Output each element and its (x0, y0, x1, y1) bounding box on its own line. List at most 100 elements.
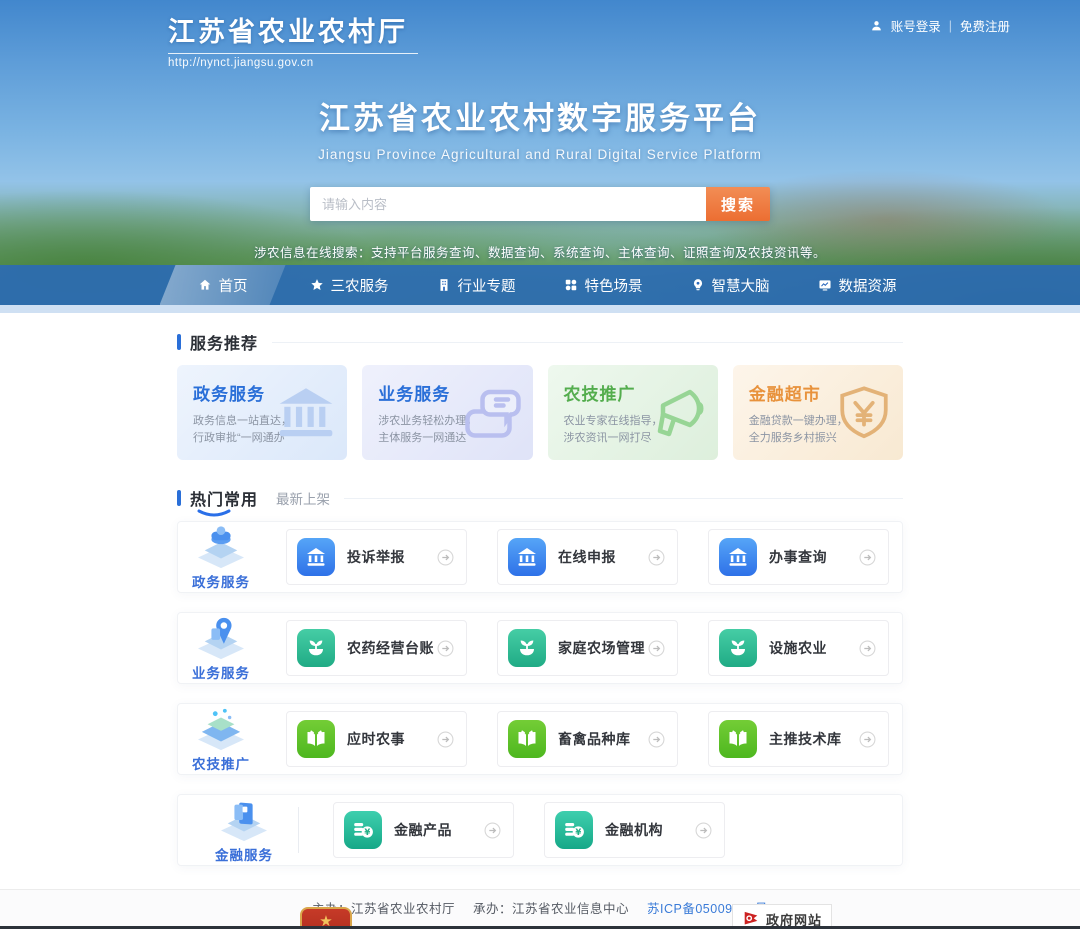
service-group-business: 业务服务 农药经营台账 家庭农场管理 设施农业 (177, 612, 903, 684)
section-rule (344, 498, 903, 499)
nav-item-scenes[interactable]: 特色场景 (540, 265, 667, 305)
tab-hot-services[interactable]: 热门常用 (190, 486, 258, 510)
group-header-finance: 金融服务 (192, 797, 296, 864)
recommend-cards: 政务服务 政务信息一站直达， 行政审批“一网通办 业务服务 涉农业务轻松办理， … (177, 365, 903, 460)
hero-banner: 江苏省农业农村厅 http://nynct.jiangsu.gov.cn 账号登… (0, 0, 1080, 313)
site-title: 江苏省农业农村厅 (168, 10, 418, 49)
arrow-right-icon (437, 549, 454, 566)
service-item-complaint[interactable]: 投诉举报 (286, 529, 467, 585)
section-accent-bar (177, 490, 181, 506)
bank-icon (508, 538, 546, 576)
finance-3d-icon (215, 797, 273, 843)
group-name: 政务服务 (192, 571, 250, 591)
arrow-right-icon (648, 731, 665, 748)
nav-label: 数据资源 (839, 275, 897, 296)
arrow-right-icon (859, 640, 876, 657)
home-icon (198, 278, 212, 292)
nav-item-home[interactable]: 首页 (160, 265, 286, 305)
account-separator: | (949, 19, 952, 33)
open-book-icon (297, 720, 335, 758)
service-label: 畜禽品种库 (558, 729, 648, 749)
logo-divider (168, 53, 418, 54)
tab-active-underline (196, 509, 232, 518)
search-button[interactable]: 搜索 (706, 187, 770, 221)
group-divider (298, 807, 299, 853)
service-item-seasonal-farming[interactable]: 应时农事 (286, 711, 467, 767)
service-item-online-declare[interactable]: 在线申报 (497, 529, 678, 585)
group-name: 业务服务 (192, 662, 250, 682)
arrow-right-icon (648, 549, 665, 566)
group-header-govt: 政务服务 (192, 524, 250, 591)
scenes-icon (564, 278, 578, 292)
bank-icon (275, 385, 337, 441)
arrow-right-icon (484, 822, 501, 839)
card-desc: 金融贷款一键办理， (749, 415, 848, 427)
service-item-facility-agri[interactable]: 设施农业 (708, 620, 889, 676)
service-label: 主推技术库 (769, 729, 859, 749)
register-link[interactable]: 免费注册 (960, 16, 1010, 35)
agritech-3d-icon (192, 706, 250, 752)
service-item-finance-institutions[interactable]: ¥ 金融机构 (544, 802, 725, 858)
platform-title: 江苏省农业农村数字服务平台 (0, 93, 1080, 138)
nav-item-sannong[interactable]: 三农服务 (286, 265, 413, 305)
footer-bottom-strip (0, 926, 1080, 929)
service-item-pesticide-ledger[interactable]: 农药经营台账 (286, 620, 467, 676)
open-book-icon (508, 720, 546, 758)
nav-item-industry[interactable]: 行业专题 (413, 265, 540, 305)
group-name: 农技推广 (192, 753, 250, 773)
group-items: ¥ 金融产品 ¥ 金融机构 (307, 802, 725, 858)
star-icon (310, 278, 324, 292)
sprout-icon (508, 629, 546, 667)
service-item-family-farm[interactable]: 家庭农场管理 (497, 620, 678, 676)
recommend-card-govt[interactable]: 政务服务 政务信息一站直达， 行政审批“一网通办 (177, 365, 347, 460)
service-label: 农药经营台账 (347, 638, 437, 658)
service-item-livestock-breeds[interactable]: 畜禽品种库 (497, 711, 678, 767)
sprout-icon (719, 629, 757, 667)
chat-folder-icon (463, 385, 523, 441)
nav-label: 三农服务 (331, 275, 389, 296)
nav-item-data[interactable]: 数据资源 (794, 265, 921, 305)
search-input[interactable] (310, 187, 706, 221)
search-hint-text: 涉农信息在线搜索：支持平台服务查询、数据查询、系统查询、主体查询、证照查询及农技… (0, 242, 1080, 261)
section-rule (272, 342, 903, 343)
industry-icon (437, 278, 451, 292)
service-item-finance-products[interactable]: ¥ 金融产品 (333, 802, 514, 858)
group-name: 金融服务 (215, 844, 273, 864)
nav-label: 智慧大脑 (712, 275, 770, 296)
brain-icon (691, 278, 705, 292)
card-desc: 主体服务一网通达 (378, 432, 466, 444)
platform-subtitle: Jiangsu Province Agricultural and Rural … (0, 147, 1080, 162)
bank-icon (297, 538, 335, 576)
coins-yuan-icon: ¥ (344, 811, 382, 849)
main-navigation: 首页 三农服务 行业专题 特色场景 智慧大脑 数据资源 (0, 265, 1080, 305)
card-desc: 涉农资讯一网打尽 (564, 432, 652, 444)
service-label: 金融机构 (605, 820, 695, 840)
nav-bottom-strip (0, 305, 1080, 313)
recommend-card-business[interactable]: 业务服务 涉农业务轻松办理， 主体服务一网通达 (362, 365, 532, 460)
footer-host-line: 主办：江苏省农业农村厅 承办：江苏省农业信息中心 苏ICP备05009012号 (0, 898, 1080, 917)
account-links: 账号登录 | 免费注册 (870, 16, 1010, 35)
service-item-affair-query[interactable]: 办事查询 (708, 529, 889, 585)
recommend-card-finance[interactable]: 金融超市 金融贷款一键办理， 全力服务乡村振兴 (733, 365, 903, 460)
svg-text:¥: ¥ (575, 828, 581, 838)
data-icon (818, 278, 832, 292)
service-group-govt: 政务服务 投诉举报 在线申报 办事查询 (177, 521, 903, 593)
card-desc: 全力服务乡村振兴 (749, 432, 837, 444)
nav-item-brain[interactable]: 智慧大脑 (667, 265, 794, 305)
service-item-main-tech[interactable]: 主推技术库 (708, 711, 889, 767)
sprout-icon (297, 629, 335, 667)
tab-newest[interactable]: 最新上架 (276, 488, 330, 508)
group-header-agritech: 农技推广 (192, 706, 250, 773)
coins-yuan-icon: ¥ (555, 811, 593, 849)
login-link[interactable]: 账号登录 (891, 16, 941, 35)
user-icon (870, 19, 883, 32)
nav-label: 首页 (219, 275, 248, 296)
service-label: 应时农事 (347, 729, 437, 749)
section-header-recommend: 服务推荐 (177, 330, 903, 354)
section-header-hot: 热门常用 最新上架 (177, 486, 903, 510)
tab-hot-label: 热门常用 (190, 492, 258, 509)
recommend-card-agritech[interactable]: 农技推广 农业专家在线指导， 涉农资讯一网打尽 (548, 365, 718, 460)
service-label: 设施农业 (769, 638, 859, 658)
bank-icon (719, 538, 757, 576)
main-content: 服务推荐 政务服务 政务信息一站直达， 行政审批“一网通办 业务服务 涉农业务轻… (177, 313, 903, 866)
